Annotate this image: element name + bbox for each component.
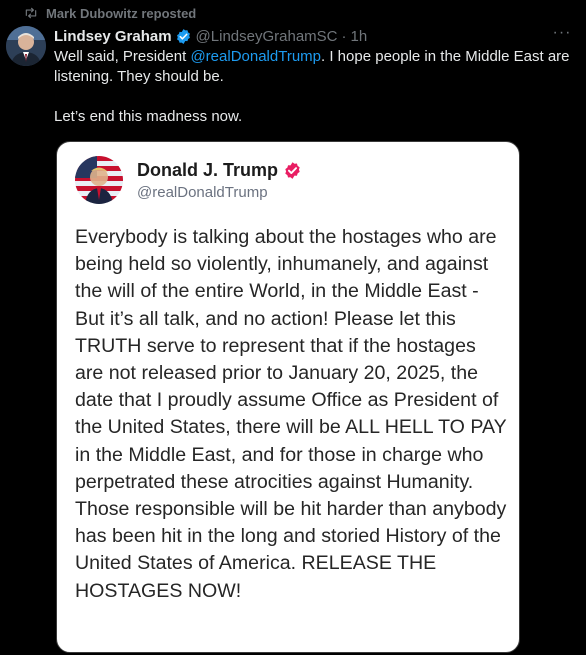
tweet-text-line-1: Well said, President @realDonaldTrump. I… xyxy=(54,47,574,87)
card-author-handle: @realDonaldTrump xyxy=(137,184,268,201)
card-avatar xyxy=(75,156,123,204)
repost-icon xyxy=(25,7,37,19)
quoted-post-image[interactable]: Donald J. Trump @realDonaldTrump Everybo… xyxy=(56,141,520,653)
card-author-name-text: Donald J. Trump xyxy=(137,159,279,180)
author-name[interactable]: Lindsey Graham xyxy=(54,28,172,45)
card-author-name: Donald J. Trump xyxy=(137,159,302,181)
tweet-text-part-1: Well said, President xyxy=(54,48,191,65)
header-separator: · xyxy=(341,27,347,45)
card-verified-badge-icon xyxy=(285,161,300,179)
tweet-header: Lindsey Graham @LindseyGrahamSC · 1h xyxy=(54,26,546,46)
tweet-text-line-2: Let’s end this madness now. xyxy=(54,108,243,125)
mention-link[interactable]: @realDonaldTrump xyxy=(190,48,321,65)
verified-badge-icon xyxy=(176,28,190,44)
tweet-timestamp[interactable]: 1h xyxy=(351,28,368,45)
avatar[interactable] xyxy=(6,26,46,66)
tweet-text: Well said, President @realDonaldTrump. I… xyxy=(54,47,574,127)
author-handle[interactable]: @LindseyGrahamSC xyxy=(196,28,338,45)
more-options-icon[interactable]: ··· xyxy=(552,25,572,46)
card-post-text: Everybody is talking about the hostages … xyxy=(75,226,507,602)
repost-label: Mark Dubowitz reposted xyxy=(46,5,197,21)
repost-indicator[interactable]: Mark Dubowitz reposted xyxy=(24,4,196,22)
